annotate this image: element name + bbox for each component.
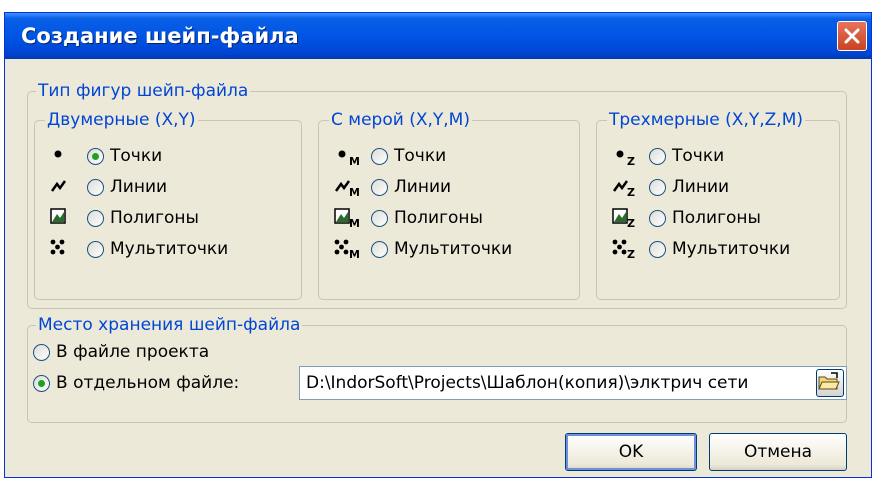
radio-3d-multipoints[interactable]: Мультиточки [649,234,790,264]
open-folder-icon [818,372,840,390]
radio-3d-polygons-control[interactable] [649,209,666,227]
line-icon: M [333,174,363,200]
svg-text:M: M [349,217,360,230]
radio-measure-lines-label: Линии [394,177,452,197]
line-icon [49,174,79,200]
group-2d: Двумерные (X,Y) Точки Линии Полигоны Мульти… [34,110,302,300]
polygon-icon: Z [611,205,641,231]
svg-text:M: M [349,186,360,199]
svg-text:M: M [349,155,360,168]
radio-separate-file-label: В отдельном файле: [56,373,240,393]
radio-2d-polygons[interactable]: Полигоны [87,203,199,233]
radio-measure-multipoints[interactable]: Мультиточки [371,234,512,264]
radio-3d-polygons[interactable]: Полигоны [649,203,761,233]
radio-project-file[interactable]: В файле проекта [33,337,209,367]
radio-3d-multipoints-label: Мультиточки [672,239,791,259]
radio-measure-lines[interactable]: Линии [371,172,451,202]
radio-3d-points-control[interactable] [649,147,666,165]
radio-measure-polygons-control[interactable] [371,209,388,227]
radio-3d-lines[interactable]: Линии [649,172,729,202]
multipoint-icon [49,236,79,262]
radio-separate-file[interactable]: В отдельном файле: [33,368,239,398]
radio-3d-points[interactable]: Точки [649,141,724,171]
svg-text:Z: Z [627,217,635,230]
title-bar[interactable]: Создание шейп-файла [5,13,871,59]
group-3d-legend: Трехмерные (X,Y,Z,M) [607,110,805,130]
svg-text:Z: Z [627,248,635,261]
radio-3d-lines-label: Линии [672,177,730,197]
radio-measure-points-control[interactable] [371,147,388,165]
radio-2d-lines[interactable]: Линии [87,172,167,202]
file-path-input[interactable]: D:\IndorSoft\Projects\Шаблон(копия)\элкт… [299,366,847,400]
point-icon: M [333,143,363,169]
radio-project-file-control[interactable] [33,343,50,361]
point-icon: Z [611,143,641,169]
radio-2d-multipoints[interactable]: Мультиточки [87,234,228,264]
point-icon [49,143,79,169]
multipoint-icon: M [333,236,363,262]
radio-2d-multipoints-label: Мультиточки [110,239,229,259]
multipoint-icon: Z [611,236,641,262]
close-button[interactable] [837,21,867,51]
window-title: Создание шейп-файла [21,24,299,48]
ok-button[interactable]: OK [565,433,697,471]
shape-type-legend: Тип фигур шейп-файла [36,81,251,101]
svg-text:M: M [349,248,360,261]
radio-3d-multipoints-control[interactable] [649,240,666,258]
radio-measure-points[interactable]: Точки [371,141,446,171]
polygon-icon: M [333,205,363,231]
radio-measure-points-label: Точки [394,146,447,166]
shapefile-dialog: Создание шейп-файла Тип фигур шейп-файла… [4,12,872,478]
file-path-text: D:\IndorSoft\Projects\Шаблон(копия)\элкт… [306,373,749,393]
group-measure: С мерой (X,Y,M) M Точки M Линии M Полигоны M Му… [318,110,580,300]
radio-3d-lines-control[interactable] [649,178,666,196]
close-icon [844,28,860,44]
radio-measure-lines-control[interactable] [371,178,388,196]
radio-2d-polygons-control[interactable] [87,209,104,227]
line-icon: Z [611,174,641,200]
storage-legend: Место хранения шейп-файла [36,315,303,335]
radio-2d-polygons-label: Полигоны [110,208,199,228]
radio-project-file-label: В файле проекта [56,342,210,362]
radio-2d-points-label: Точки [110,146,163,166]
radio-2d-multipoints-control[interactable] [87,240,104,258]
shape-type-group: Тип фигур шейп-файла Двумерные (X,Y) Точ… [27,81,847,309]
radio-measure-polygons-label: Полигоны [394,208,483,228]
radio-2d-points[interactable]: Точки [87,141,162,171]
radio-measure-polygons[interactable]: Полигоны [371,203,483,233]
radio-separate-file-control[interactable] [33,374,50,392]
radio-3d-points-label: Точки [672,146,725,166]
group-measure-legend: С мерой (X,Y,M) [329,110,472,130]
cancel-button[interactable]: Отмена [709,433,847,471]
radio-3d-polygons-label: Полигоны [672,208,761,228]
radio-2d-lines-control[interactable] [87,178,104,196]
svg-text:Z: Z [627,155,635,168]
svg-text:Z: Z [627,186,635,199]
browse-button[interactable] [816,369,844,397]
radio-2d-lines-label: Линии [110,177,168,197]
radio-2d-points-control[interactable] [87,147,104,165]
radio-measure-multipoints-label: Мультиточки [394,239,513,259]
group-3d: Трехмерные (X,Y,Z,M) Z Точки Z Линии Z Полиго… [596,110,840,300]
radio-measure-multipoints-control[interactable] [371,240,388,258]
polygon-icon [49,205,79,231]
group-2d-legend: Двумерные (X,Y) [45,110,198,130]
dialog-body: Тип фигур шейп-файла Двумерные (X,Y) Точ… [5,59,871,477]
